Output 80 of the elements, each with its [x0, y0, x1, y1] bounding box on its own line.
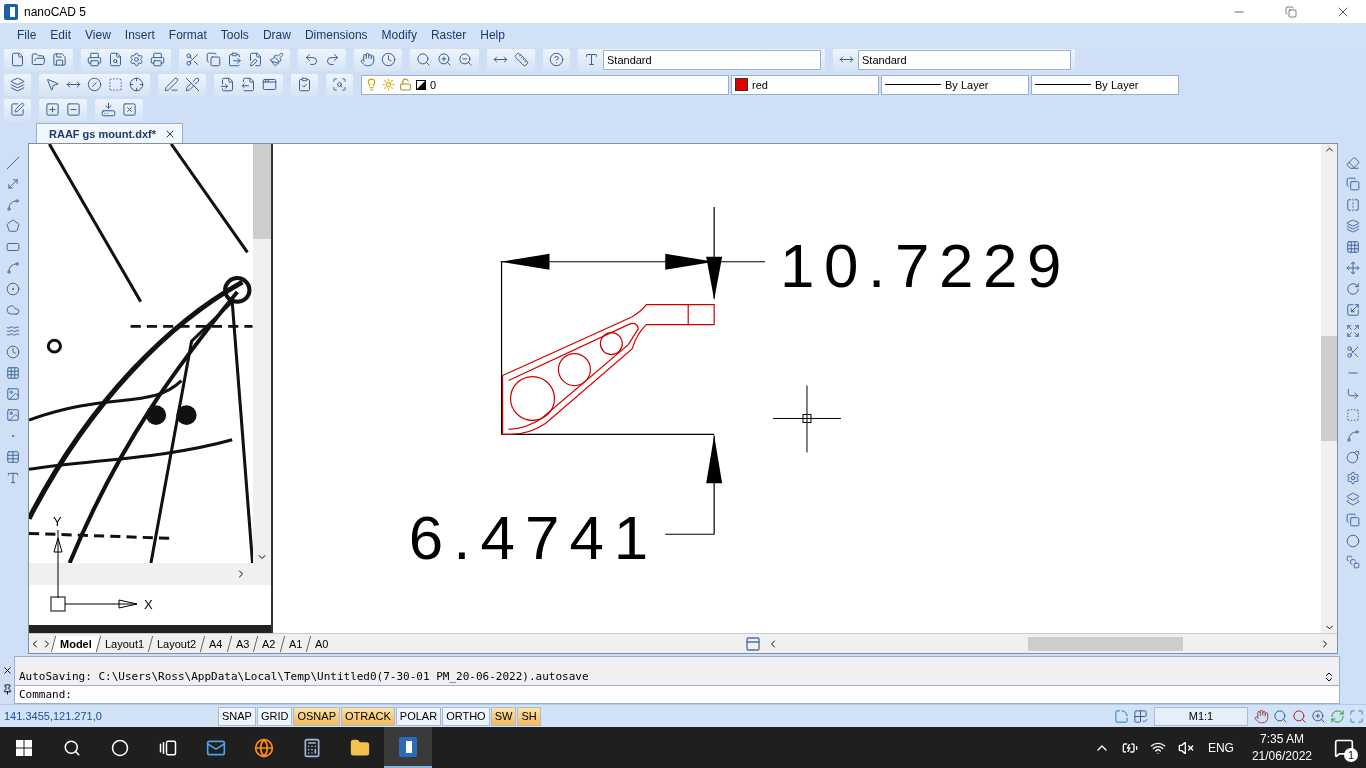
text-style-field[interactable]: Standard	[603, 49, 821, 70]
zoom-out-icon[interactable]	[456, 50, 475, 69]
ruler-icon[interactable]	[512, 50, 531, 69]
brush-icon[interactable]	[267, 50, 286, 69]
layer-name: 0	[430, 78, 437, 91]
volume-muted-icon[interactable]	[1177, 739, 1194, 756]
save-icon[interactable]	[50, 50, 69, 69]
command-input[interactable]: Command:	[15, 685, 1339, 703]
lightbulb-icon	[365, 78, 378, 91]
mode-toggle[interactable]: ORTHO	[442, 706, 490, 726]
zoom-in-icon[interactable]	[435, 50, 454, 69]
sun-icon	[382, 78, 395, 91]
menu-item[interactable]: Tools	[213, 28, 256, 42]
notification-count: 1	[1344, 748, 1358, 762]
dimension-style-field[interactable]: Standard	[858, 49, 1071, 70]
menu-item[interactable]: Edit	[43, 28, 79, 42]
windows-start-icon[interactable]	[16, 739, 32, 756]
linetype-field[interactable]: By Layer	[1031, 74, 1179, 95]
layer-field[interactable]: 0	[361, 74, 729, 95]
menu-item[interactable]: Raster	[423, 28, 474, 42]
crosshair-cursor	[772, 385, 842, 453]
scan-icon[interactable]	[330, 75, 349, 94]
notification-icon[interactable]	[1334, 737, 1354, 758]
window-title: nanoCAD 5	[24, 4, 88, 19]
dimension-text: 6.4741	[408, 503, 649, 573]
menu-item[interactable]: Help	[473, 28, 512, 42]
pen-off-icon[interactable]	[183, 75, 202, 94]
panel-icon[interactable]	[744, 635, 761, 652]
menu-item[interactable]: Dimensions	[297, 28, 375, 42]
menu-item[interactable]: Modify	[374, 28, 424, 42]
crosshair-icon[interactable]	[127, 75, 146, 94]
printer-icon[interactable]	[148, 50, 167, 69]
color-field[interactable]: red	[731, 74, 879, 95]
scale-field[interactable]: M1:1	[1154, 706, 1248, 726]
dimension-text: 10.7229	[780, 230, 1062, 300]
mode-toggle[interactable]: POLAR	[395, 706, 442, 726]
add-box-icon[interactable]	[43, 100, 62, 119]
coordinates: 141.3455,121.271,0	[3, 710, 103, 722]
menu-item[interactable]: Format	[161, 28, 214, 42]
layout-tab[interactable]: Model	[50, 635, 100, 652]
menu-item[interactable]: File	[10, 28, 44, 42]
menu-item[interactable]: Insert	[117, 28, 162, 42]
hand-icon[interactable]	[358, 50, 377, 69]
layers-icon[interactable]	[8, 75, 27, 94]
remove-box-icon[interactable]	[64, 100, 83, 119]
restore-icon[interactable]	[1285, 5, 1297, 18]
mode-toggle[interactable]: OSNAP	[293, 706, 340, 726]
language-indicator[interactable]: ENG	[1199, 740, 1242, 755]
clock[interactable]: 7:35 AM 21/06/2022	[1241, 732, 1322, 763]
menu-item[interactable]: Draw	[255, 28, 298, 42]
scrollbar[interactable]	[1321, 144, 1337, 633]
mode-toggle[interactable]: OTRACK	[341, 706, 395, 726]
unlock-icon	[399, 78, 412, 91]
pin-icon[interactable]	[1, 684, 13, 695]
scroll-thumb[interactable]	[1028, 636, 1183, 651]
mode-toggle[interactable]: SW	[490, 706, 517, 726]
circle-dimension-icon[interactable]	[85, 75, 104, 94]
pen-icon[interactable]	[162, 75, 181, 94]
scroll-thumb[interactable]	[1321, 336, 1337, 441]
printer-icon[interactable]	[85, 50, 104, 69]
mode-toggle[interactable]: GRID	[256, 706, 293, 726]
gear-icon[interactable]	[127, 50, 146, 69]
linetype-field[interactable]: By Layer	[881, 74, 1029, 95]
delete-box-icon[interactable]	[120, 100, 139, 119]
close-icon[interactable]	[1, 665, 13, 676]
app-logo-icon	[4, 3, 18, 20]
box-edit-icon[interactable]	[8, 100, 27, 119]
mode-toggle[interactable]: SNAP	[218, 706, 256, 726]
mode-toggle[interactable]: SH	[517, 706, 541, 726]
copy-icon[interactable]	[204, 50, 223, 69]
color-swatch-icon	[416, 79, 426, 90]
clock-icon[interactable]	[379, 50, 398, 69]
app-icon[interactable]	[384, 727, 432, 768]
help-icon[interactable]	[547, 50, 566, 69]
drive-icon[interactable]	[99, 100, 118, 119]
zoom-icon[interactable]	[414, 50, 433, 69]
menu-item[interactable]: View	[78, 28, 118, 42]
scroll-arrows-icon[interactable]	[1323, 671, 1335, 683]
document-tab[interactable]: RAAF gs mount.dxf*	[36, 123, 183, 143]
command-history-line: AutoSaving: C:\Users\Ross\AppData\Local\Temp\Untitled0(7-30-01 PM_20-06-2022).autosave	[19, 670, 589, 683]
